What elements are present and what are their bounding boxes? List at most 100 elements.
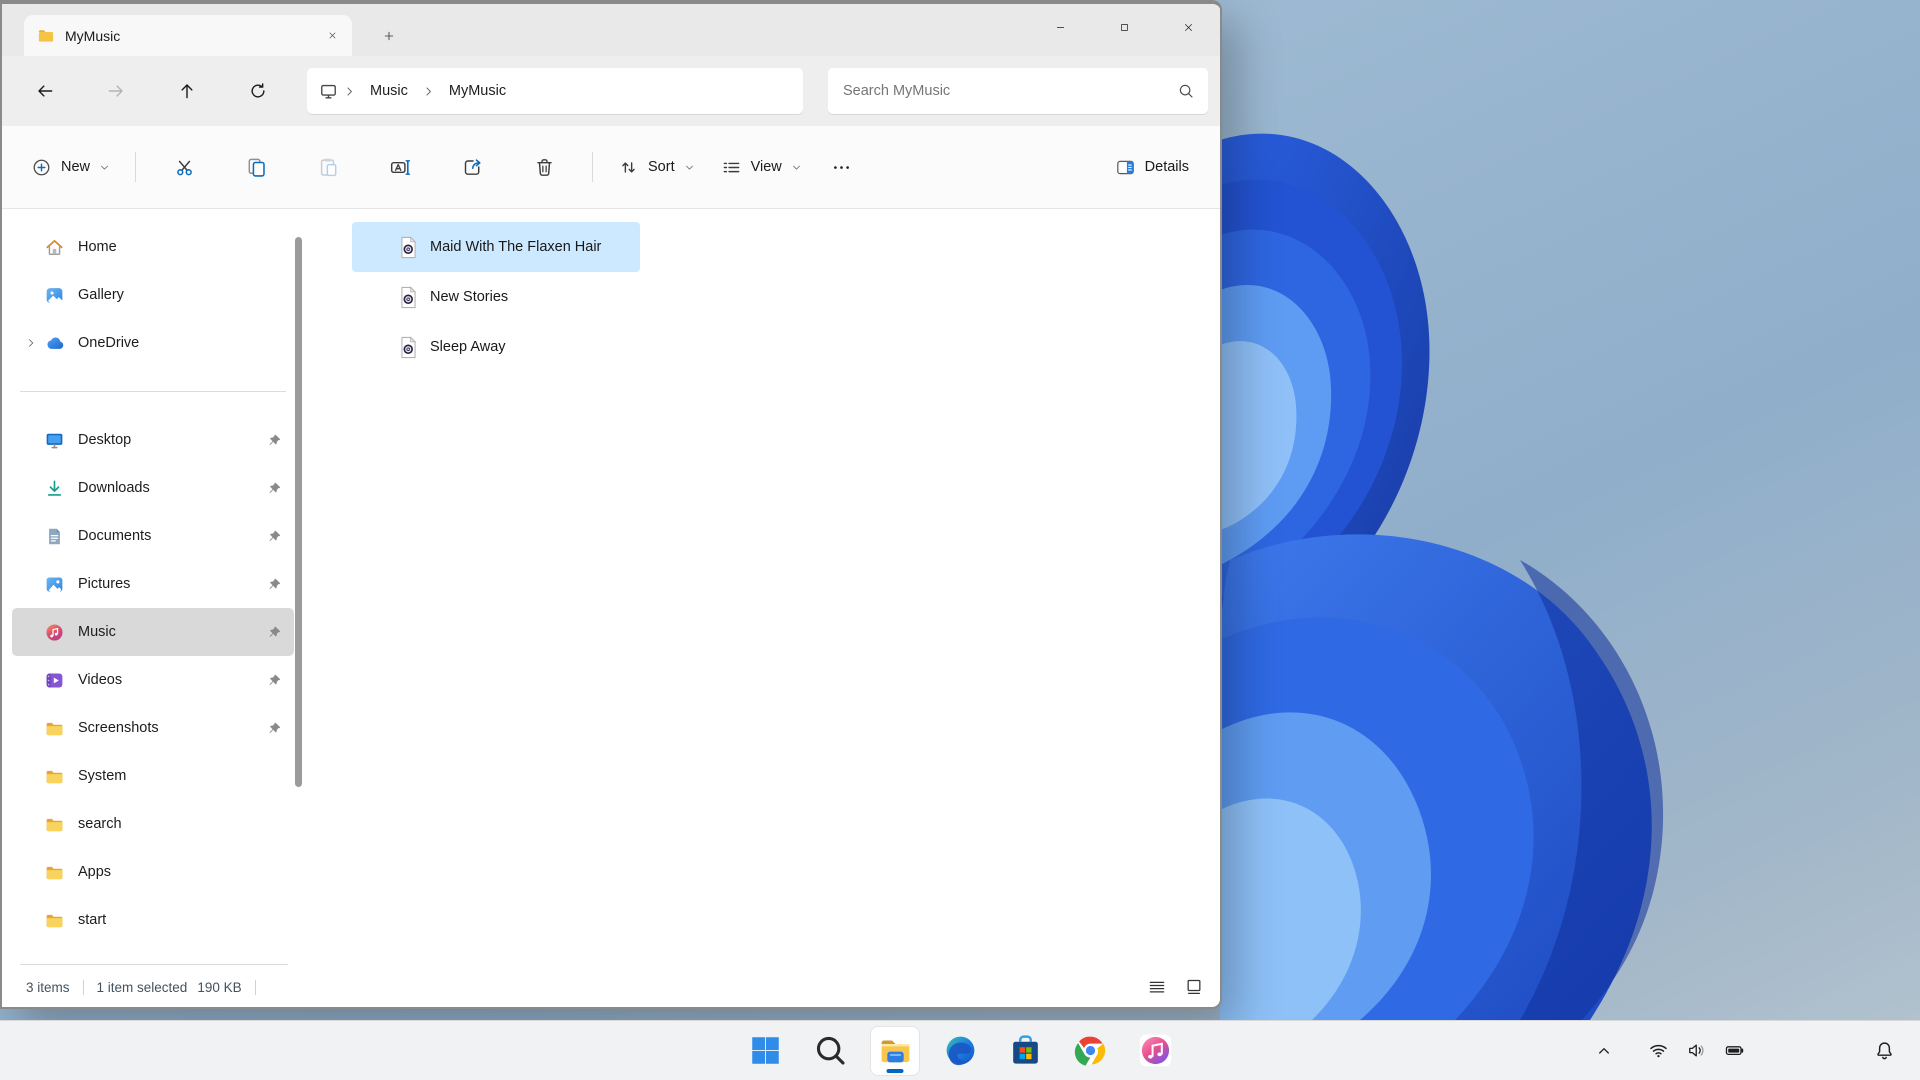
store-button[interactable] [1001, 1027, 1049, 1075]
pin-icon [267, 433, 282, 448]
breadcrumb[interactable]: Music MyMusic [307, 68, 803, 114]
navigation-pane: Home Gallery OneDrive Desktop Downloads … [2, 209, 304, 967]
breadcrumb-chevron-icon [340, 85, 359, 98]
volume-indicator[interactable] [1680, 1035, 1712, 1067]
file-row-maid-with-the-flaxen-hair[interactable]: Maid With The Flaxen Hair [352, 222, 640, 272]
chrome-button[interactable] [1066, 1027, 1114, 1075]
chevron-down-icon [791, 162, 802, 173]
sidebar-item-apps[interactable]: Apps [12, 848, 294, 896]
sidebar-item-desktop[interactable]: Desktop [12, 416, 294, 464]
sidebar-divider [20, 391, 286, 392]
downloads-icon [44, 478, 65, 499]
paste-button[interactable] [306, 145, 350, 189]
file-row-sleep-away[interactable]: Sleep Away [352, 322, 640, 372]
view-button-label: View [751, 159, 782, 175]
sidebar-item-start[interactable]: start [12, 896, 294, 944]
search-button[interactable] [806, 1027, 854, 1075]
sidebar-item-gallery[interactable]: Gallery [12, 271, 294, 319]
chevron-right-icon [343, 85, 356, 98]
sort-button[interactable]: Sort [605, 145, 708, 189]
forward-button[interactable] [84, 68, 148, 114]
close-button[interactable] [1156, 4, 1220, 51]
minimize-button[interactable] [1028, 4, 1092, 51]
sort-icon [618, 157, 639, 178]
sidebar-item-onedrive[interactable]: OneDrive [12, 319, 294, 367]
refresh-icon [248, 81, 268, 101]
file-list[interactable]: Maid With The Flaxen Hair New Stories Sl… [304, 209, 1220, 967]
details-view-toggle[interactable] [1143, 973, 1171, 1001]
folder-icon [44, 766, 65, 787]
large-thumbnails-toggle[interactable] [1180, 973, 1208, 1001]
itunes-button[interactable] [1131, 1027, 1179, 1075]
sidebar-item-system[interactable]: System [12, 752, 294, 800]
windows-start-icon [747, 1032, 784, 1069]
sidebar-item-music[interactable]: Music [12, 608, 294, 656]
cut-button[interactable] [162, 145, 206, 189]
up-button[interactable] [155, 68, 219, 114]
rename-button[interactable] [378, 145, 422, 189]
rename-icon [389, 156, 412, 179]
new-tab-button[interactable] [372, 15, 406, 56]
copy-button[interactable] [234, 145, 278, 189]
new-button[interactable]: New [18, 145, 123, 189]
scissors-icon [173, 156, 196, 179]
sidebar-item-pictures[interactable]: Pictures [12, 560, 294, 608]
file-row-new-stories[interactable]: New Stories [352, 272, 640, 322]
search-icon[interactable] [1177, 82, 1195, 100]
view-button[interactable]: View [708, 145, 815, 189]
edge-icon [942, 1032, 979, 1069]
share-button[interactable] [450, 145, 494, 189]
breadcrumb-item-music[interactable]: Music [361, 83, 417, 99]
this-pc-monitor-icon[interactable] [319, 82, 338, 101]
thumbnail-view-icon [1184, 977, 1204, 997]
home-icon [44, 237, 65, 258]
trash-icon [533, 156, 556, 179]
navigation-bar: Music MyMusic [2, 56, 1220, 126]
start-button[interactable] [741, 1027, 789, 1075]
search-box[interactable] [828, 68, 1208, 114]
maximize-button[interactable] [1092, 4, 1156, 51]
copy-icon [245, 156, 268, 179]
documents-icon [44, 526, 65, 547]
delete-button[interactable] [522, 145, 566, 189]
refresh-button[interactable] [226, 68, 290, 114]
item-count: 3 items [26, 980, 70, 995]
tab-mymusic[interactable]: MyMusic [24, 15, 352, 56]
sidebar-item-documents[interactable]: Documents [12, 512, 294, 560]
sidebar-item-home[interactable]: Home [12, 223, 294, 271]
folder-icon [44, 814, 65, 835]
search-input[interactable] [843, 83, 1177, 99]
notification-bell[interactable] [1873, 1021, 1896, 1080]
sidebar-scrollbar[interactable] [295, 237, 302, 787]
chevron-right-icon [422, 85, 435, 98]
tab-close-button[interactable] [320, 24, 344, 48]
wifi-indicator[interactable] [1642, 1035, 1674, 1067]
sidebar-item-screenshots[interactable]: Screenshots [12, 704, 294, 752]
file-explorer-icon [877, 1032, 914, 1069]
back-button[interactable] [13, 68, 77, 114]
sidebar-item-downloads[interactable]: Downloads [12, 464, 294, 512]
close-icon [327, 30, 338, 41]
details-button[interactable]: Details [1102, 145, 1202, 189]
pin-icon [267, 481, 282, 496]
sidebar-item-search[interactable]: search [12, 800, 294, 848]
battery-indicator[interactable] [1718, 1035, 1750, 1067]
command-toolbar: New Sort View Details [2, 126, 1220, 209]
file-explorer-button[interactable] [871, 1027, 919, 1075]
folder-icon [44, 862, 65, 883]
breadcrumb-item-mymusic[interactable]: MyMusic [440, 83, 515, 99]
view-list-icon [721, 157, 742, 178]
tray-chevron-up[interactable] [1588, 1035, 1620, 1067]
status-divider [83, 980, 84, 995]
edge-button[interactable] [936, 1027, 984, 1075]
more-options-button[interactable] [821, 145, 863, 189]
bell-icon [1873, 1039, 1896, 1062]
chevron-right-icon[interactable] [18, 330, 44, 356]
titlebar[interactable]: MyMusic [2, 4, 1220, 56]
microsoft-store-icon [1007, 1032, 1044, 1069]
folder-icon [44, 718, 65, 739]
pictures-icon [44, 574, 65, 595]
toolbar-divider [135, 152, 136, 182]
sidebar-item-videos[interactable]: Videos [12, 656, 294, 704]
chrome-icon [1072, 1032, 1109, 1069]
